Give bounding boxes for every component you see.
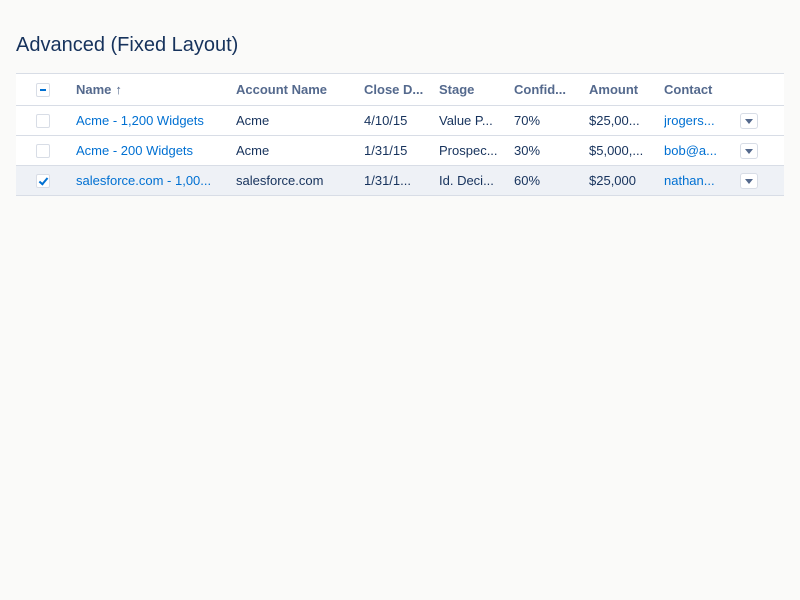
cell-confidence: 60% xyxy=(514,173,541,188)
column-header-label: Confid... xyxy=(514,82,566,97)
cell-stage: Prospec... xyxy=(439,143,498,158)
column-header-label: Amount xyxy=(589,82,639,97)
cell-stage: Value P... xyxy=(439,113,493,128)
column-header-amount[interactable]: Amount xyxy=(589,74,664,106)
column-header-stage[interactable]: Stage xyxy=(439,74,514,106)
page: Advanced (Fixed Layout) Name ↑ Account N… xyxy=(0,0,800,600)
column-header-contact[interactable]: Contact xyxy=(664,74,740,106)
cell-close-date: 1/31/1... xyxy=(364,173,411,188)
opportunity-name-link[interactable]: salesforce.com - 1,00... xyxy=(76,173,211,188)
row-select-cell xyxy=(16,166,76,196)
cell-name: Acme - 200 Widgets xyxy=(76,136,236,166)
cell-account-name: salesforce.com xyxy=(236,173,324,188)
row-checkbox[interactable] xyxy=(36,114,50,129)
table-row: Acme - 200 Widgets Acme 1/31/15 Prospec.… xyxy=(16,136,784,166)
column-header-name[interactable]: Name ↑ xyxy=(76,74,236,106)
column-header-close-date[interactable]: Close D... xyxy=(364,74,439,106)
column-header-label: Account Name xyxy=(236,82,328,97)
table-row: salesforce.com - 1,00... salesforce.com … xyxy=(16,165,784,196)
cell-name: salesforce.com - 1,00... xyxy=(76,166,236,196)
column-header-account-name[interactable]: Account Name xyxy=(236,74,364,106)
cell-name: Acme - 1,200 Widgets xyxy=(76,106,236,136)
cell-close-date: 1/31/15 xyxy=(364,143,408,158)
column-header-label: Close D... xyxy=(364,82,424,97)
data-table: Name ↑ Account Name Close D... Stage Conf… xyxy=(16,73,784,196)
page-title: Advanced (Fixed Layout) xyxy=(16,34,239,56)
cell-contact: nathan... xyxy=(664,166,740,196)
header-select-cell xyxy=(16,74,76,106)
chevron-down-icon[interactable] xyxy=(740,112,758,129)
cell-account-name: Acme xyxy=(236,113,270,128)
cell-row-actions xyxy=(740,136,784,166)
table-body: Acme - 1,200 Widgets Acme 4/10/15 Value … xyxy=(16,106,784,196)
contact-email-link[interactable]: jrogers... xyxy=(664,113,715,128)
cell-row-actions xyxy=(740,166,784,196)
row-select-cell xyxy=(16,106,76,136)
chevron-down-icon[interactable] xyxy=(740,142,758,159)
column-header-confidence[interactable]: Confid... xyxy=(514,74,589,106)
cell-amount: $5,000,... xyxy=(589,143,644,158)
table-header: Name ↑ Account Name Close D... Stage Conf… xyxy=(16,73,784,106)
cell-account-name: Acme xyxy=(236,143,270,158)
cell-confidence: 30% xyxy=(514,143,541,158)
cell-amount: $25,000 xyxy=(589,173,636,188)
column-header-label: Name xyxy=(76,82,112,97)
chevron-down-icon[interactable] xyxy=(740,172,758,189)
cell-row-actions xyxy=(740,106,784,136)
contact-email-link[interactable]: bob@a... xyxy=(664,143,717,158)
column-header-label: Contact xyxy=(664,82,713,97)
opportunity-name-link[interactable]: Acme - 1,200 Widgets xyxy=(76,113,204,128)
cell-stage: Id. Deci... xyxy=(439,173,494,188)
row-select-cell xyxy=(16,136,76,166)
row-checkbox[interactable] xyxy=(36,174,50,189)
column-header-label: Stage xyxy=(439,82,475,97)
row-checkbox[interactable] xyxy=(36,144,50,159)
header-row: Name ↑ Account Name Close D... Stage Conf… xyxy=(16,73,784,106)
cell-amount: $25,00... xyxy=(589,113,640,128)
arrow-up-icon: ↑ xyxy=(115,82,122,97)
cell-contact: bob@a... xyxy=(664,136,740,166)
column-header-actions xyxy=(740,74,784,106)
cell-confidence: 70% xyxy=(514,113,541,128)
cell-contact: jrogers... xyxy=(664,106,740,136)
select-all-checkbox[interactable] xyxy=(36,83,50,98)
table-row: Acme - 1,200 Widgets Acme 4/10/15 Value … xyxy=(16,106,784,136)
opportunity-name-link[interactable]: Acme - 200 Widgets xyxy=(76,143,193,158)
contact-email-link[interactable]: nathan... xyxy=(664,173,715,188)
cell-close-date: 4/10/15 xyxy=(364,113,408,128)
